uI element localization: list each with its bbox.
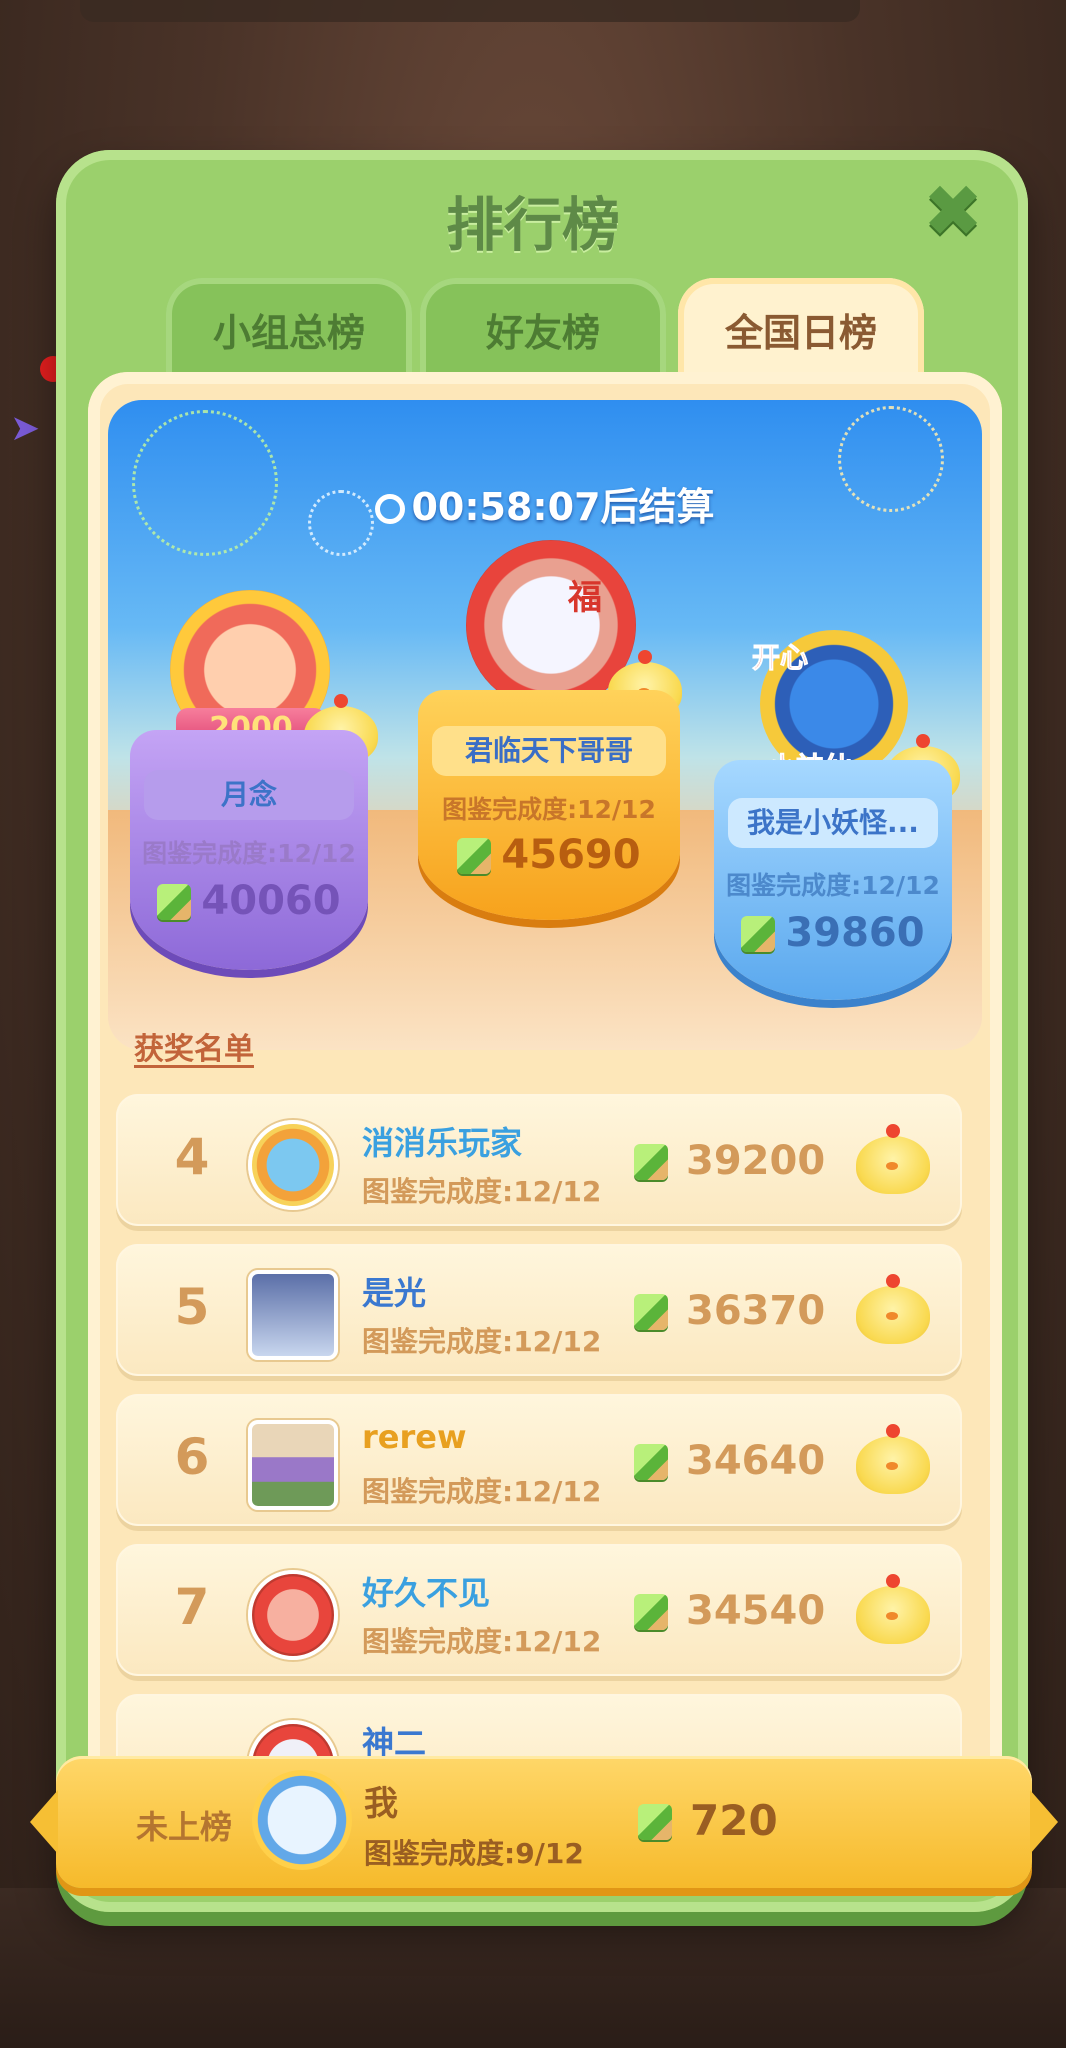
- gem-icon: [638, 1804, 672, 1840]
- close-icon[interactable]: ✖: [918, 175, 988, 247]
- gem-icon: [634, 1444, 668, 1480]
- rank-2-score: 40060: [201, 878, 341, 924]
- my-progress: 图鉴完成度:9/12: [364, 1837, 584, 1870]
- rank-3-score: 39860: [785, 910, 925, 956]
- background-top-bar: [80, 0, 860, 22]
- row-name: rerew: [362, 1418, 467, 1456]
- gem-icon: [634, 1294, 668, 1330]
- table-row[interactable]: 4 消消乐玩家 图鉴完成度:12/12 39200: [116, 1094, 962, 1226]
- rank-2-card[interactable]: 月念 图鉴完成度:12/12 40060: [130, 730, 368, 970]
- rank-1-score: 45690: [501, 832, 641, 878]
- row-score: 34640: [686, 1438, 826, 1484]
- rank-3-card[interactable]: 我是小妖怪... 图鉴完成度:12/12 39860: [714, 760, 952, 1000]
- winners-list-link[interactable]: 获奖名单: [134, 1024, 254, 1068]
- table-row[interactable]: 6 rerew 图鉴完成度:12/12 34640: [116, 1394, 962, 1526]
- chick-icon[interactable]: [856, 1424, 930, 1494]
- rank-2-progress: 图鉴完成度:12/12: [142, 839, 356, 868]
- rank-1-score-row: 45690: [418, 832, 680, 878]
- settlement-timer: 00:58:07后结算: [108, 476, 982, 531]
- tab-group-total[interactable]: 小组总榜: [166, 278, 412, 378]
- row-rank: 7: [174, 1578, 210, 1636]
- row-progress: 图鉴完成度:12/12: [362, 1475, 602, 1508]
- chick-icon[interactable]: [856, 1574, 930, 1644]
- row-score: 36370: [686, 1288, 826, 1334]
- avatar[interactable]: [248, 1270, 338, 1360]
- row-score: 34540: [686, 1588, 826, 1634]
- side-arrow-icon: ➤: [10, 408, 41, 449]
- fu-badge: 福: [568, 578, 602, 618]
- table-row[interactable]: 5 是光 图鉴完成度:12/12 36370: [116, 1244, 962, 1376]
- background-floor: [0, 1888, 1066, 2048]
- row-rank: 5: [174, 1278, 210, 1336]
- chick-icon[interactable]: [856, 1274, 930, 1344]
- rank-3-frame-text-top: 开心: [751, 641, 809, 675]
- podium-area: 00:58:07后结算 2000 福 开心 小神仙 月念 图鉴完成度:12/12…: [108, 400, 982, 1050]
- rank-2-score-row: 40060: [130, 878, 368, 924]
- rank-3-progress: 图鉴完成度:12/12: [726, 871, 940, 900]
- avatar[interactable]: [248, 1570, 338, 1660]
- panel-title: 排行榜: [445, 191, 620, 259]
- clock-icon: [375, 494, 406, 524]
- my-score: 720: [690, 1796, 778, 1845]
- row-progress: 图鉴完成度:12/12: [362, 1625, 602, 1658]
- rank-2-name: 月念: [144, 770, 354, 820]
- my-rank-bar[interactable]: 未上榜 我 图鉴完成度:9/12 720: [30, 1756, 1058, 1888]
- gem-icon: [741, 916, 776, 952]
- table-row[interactable]: 7 好久不见 图鉴完成度:12/12 34540: [116, 1544, 962, 1676]
- row-rank: 4: [174, 1128, 210, 1186]
- avatar[interactable]: [248, 1120, 338, 1210]
- chick-icon[interactable]: [856, 1124, 930, 1194]
- row-rank: 6: [174, 1428, 210, 1486]
- gem-icon: [457, 838, 492, 874]
- tab-friends[interactable]: 好友榜: [420, 278, 666, 378]
- my-name: 我: [364, 1784, 398, 1824]
- my-rank-status: 未上榜: [136, 1808, 233, 1846]
- rank-3-name: 我是小妖怪...: [728, 798, 938, 848]
- rank-1-name: 君临天下哥哥: [432, 726, 666, 776]
- leaderboard-content[interactable]: 00:58:07后结算 2000 福 开心 小神仙 月念 图鉴完成度:12/12…: [88, 372, 1002, 1892]
- gem-icon: [157, 884, 192, 920]
- row-progress: 图鉴完成度:12/12: [362, 1175, 602, 1208]
- rank-1-progress: 图鉴完成度:12/12: [442, 795, 656, 824]
- row-name: 消消乐玩家: [362, 1124, 523, 1162]
- gem-icon: [634, 1594, 668, 1630]
- row-progress: 图鉴完成度:12/12: [362, 1325, 602, 1358]
- gem-icon: [634, 1144, 668, 1180]
- tab-national-daily[interactable]: 全国日榜: [678, 278, 924, 378]
- avatar[interactable]: [248, 1420, 338, 1510]
- rank-3-score-row: 39860: [714, 910, 952, 956]
- row-name: 是光: [362, 1274, 427, 1312]
- row-name: 好久不见: [362, 1574, 491, 1612]
- my-avatar[interactable]: [252, 1770, 352, 1870]
- rank-1-card[interactable]: 君临天下哥哥 图鉴完成度:12/12 45690: [418, 690, 680, 920]
- row-score: 39200: [686, 1138, 826, 1184]
